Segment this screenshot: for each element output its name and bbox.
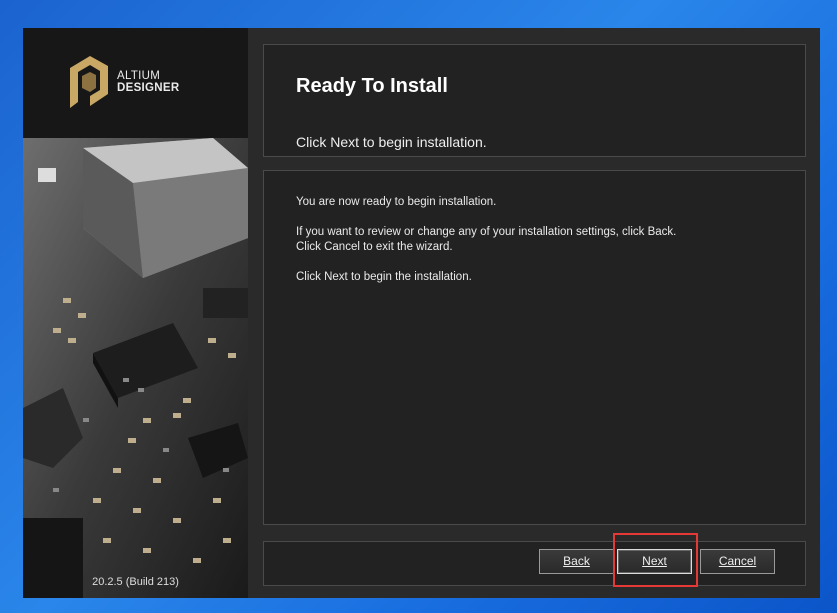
next-button[interactable]: Next [617, 549, 692, 574]
brand-line2: DESIGNER [117, 82, 180, 94]
cancel-button[interactable]: Cancel [700, 549, 775, 574]
version-label: 20.2.5 (Build 213) [92, 576, 179, 588]
cancel-info-text: Click Cancel to exit the wizard. [296, 241, 453, 253]
page-title: Ready To Install [296, 75, 448, 97]
ready-text: You are now ready to begin installation. [296, 196, 497, 208]
logo-area: ALTIUM DESIGNER [23, 28, 248, 138]
page-subtitle: Click Next to begin installation. [296, 134, 487, 150]
content-panel: You are now ready to begin installation.… [263, 170, 806, 525]
circuit-board-image [23, 138, 248, 598]
brand-line1: ALTIUM [117, 70, 161, 82]
sidebar: ALTIUM DESIGNER 20.2.5 (Build 213) [23, 28, 248, 598]
installer-window: ALTIUM DESIGNER 20.2.5 (Build 213) Ready… [23, 28, 820, 598]
next-info-text: Click Next to begin the installation. [296, 271, 472, 283]
review-text: If you want to review or change any of y… [296, 226, 677, 238]
altium-logo-icon [70, 56, 108, 108]
back-button[interactable]: Back [539, 549, 614, 574]
header-panel: Ready To Install Click Next to begin ins… [263, 44, 806, 157]
button-bar: Back Next Cancel [263, 541, 806, 586]
brand-name: ALTIUM DESIGNER [117, 70, 179, 94]
